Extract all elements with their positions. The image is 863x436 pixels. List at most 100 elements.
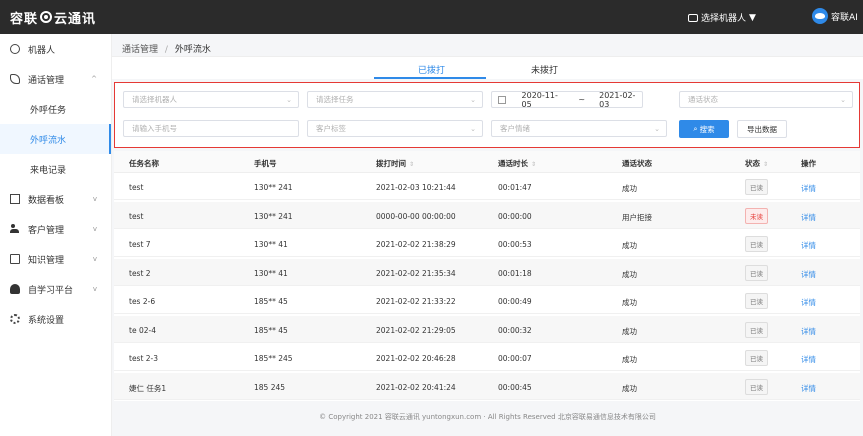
table-row: te 02-4 185** 45 2021-02-02 21:29:05 00:00:… [114,315,860,343]
calendar-icon [498,95,506,104]
status-badge: 已读 [745,179,768,195]
tab-bar: 已拨打 未拨打 [112,57,863,79]
chevron-up-icon: ^ [91,75,97,83]
detail-link[interactable]: 详情 [801,383,816,394]
column-header-status[interactable]: 状态 ⇕ [745,158,768,169]
sort-icon: ⇕ [763,161,769,168]
table-row: test 130** 241 2021-02-03 10:21:44 00:01:47… [114,173,860,200]
table-row: test 7 130** 41 2021-02-02 21:38:29 00:00:5… [114,230,860,257]
breadcrumb-parent[interactable]: 通话管理 [122,45,158,55]
detail-link[interactable]: 详情 [801,269,816,280]
cell-duration: 00:00:00 [498,211,532,221]
chevron-down-icon: v [92,285,97,293]
status-badge: 已读 [745,321,768,338]
cell-task-name: test [129,211,144,221]
sidebar-item-customers[interactable]: 客户管理 v [0,214,111,244]
sidebar-item-label: 机器人 [28,45,56,56]
detail-link[interactable]: 详情 [801,183,816,194]
cell-call-time: 2021-02-02 21:29:05 [376,325,456,335]
column-header-call-status: 通话状态 [622,159,652,168]
sidebar-item-label: 客户管理 [28,225,65,236]
sidebar-subitem-outbound-records[interactable]: 外呼流水 [0,124,111,154]
search-button[interactable]: ⌕ 搜索 [679,120,729,138]
chevron-down-icon: v [92,225,97,233]
gear-icon [10,314,20,324]
cell-call-time: 2021-02-02 21:38:29 [376,240,456,249]
detail-link[interactable]: 详情 [801,212,816,223]
customer-intent-select[interactable]: 客户情绪 ⌄ [491,120,667,137]
sidebar-item-label: 系统设置 [28,315,65,326]
export-button[interactable]: 导出数据 [737,120,787,138]
logo[interactable]: 容联 云通讯 [0,8,96,27]
cell-task-name: test 2-3 [129,354,159,363]
status-badge: 未读 [745,207,768,224]
sidebar-item-knowledge[interactable]: 知识管理 v [0,244,111,274]
sort-icon: ⇕ [409,161,415,168]
sidebar-item-call-management[interactable]: 通话管理 ^ [0,64,111,94]
cell-call-status: 用户拒接 [622,212,652,222]
sidebar-item-settings[interactable]: 系统设置 [0,304,111,334]
chevron-down-icon: v [92,195,97,203]
robot-icon [10,44,20,54]
chevron-down-icon: ⌄ [470,96,476,104]
cell-task-name: test 7 [129,240,151,249]
date-end: 2021-02-03 [599,90,636,109]
robot-select[interactable]: 请选择机器人 ⌄ [123,91,299,108]
user-menu[interactable]: 容联AI [812,8,858,24]
detail-link[interactable]: 详情 [801,240,816,251]
cell-task-name: tes 2-6 [129,297,156,306]
detail-link[interactable]: 详情 [801,354,816,365]
detail-link[interactable]: 详情 [801,326,816,337]
tab-dialed[interactable]: 已拨打 [418,63,445,76]
sidebar-item-self-learning[interactable]: 自学习平台 v [0,274,111,304]
cell-duration: 00:00:49 [498,297,532,306]
column-header-phone: 手机号 [254,159,277,168]
cell-call-time: 2021-02-02 21:33:22 [376,297,456,306]
cell-call-time: 2021-02-02 20:41:24 [376,382,456,392]
sidebar-item-label: 通话管理 [28,75,65,86]
sidebar-item-dashboard[interactable]: 数据看板 v [0,184,111,214]
chevron-down-icon: v [92,255,97,263]
cell-duration: 00:00:07 [498,354,532,363]
detail-link[interactable]: 详情 [801,297,816,308]
column-header-action: 操作 [801,159,816,168]
column-header-task: 任务名称 [129,159,159,168]
sidebar-item-label: 自学习平台 [28,285,74,296]
sidebar: 机器人 通话管理 ^ 外呼任务 外呼流水 来电记录 数据看板 v 客户管理 v … [0,34,112,436]
task-select[interactable]: 请选择任务 ⌄ [307,91,483,108]
cell-call-status: 成功 [622,241,637,250]
cell-call-time: 0000-00-00 00:00:00 [376,211,456,221]
logo-mark-icon [40,11,53,23]
cell-duration: 00:00:53 [498,240,532,249]
book-icon [10,254,20,264]
phone-input-placeholder: 请输入手机号 [132,124,177,133]
footer-copyright: © Copyright 2021 容联云通讯 yuntongxun.com · … [319,413,656,421]
customer-tag-select[interactable]: 客户标签 ⌄ [307,120,483,137]
cell-call-status: 成功 [622,355,637,364]
task-select-placeholder: 请选择任务 [316,95,354,104]
records-table: 任务名称 手机号 拨打时间 ⇕ 通话时长 ⇕ 通话状态 状态 ⇕ 操作 test 130… [114,151,860,401]
column-header-duration[interactable]: 通话时长 ⇕ [498,158,536,169]
avatar [812,8,828,24]
sidebar-item-robots[interactable]: 机器人 [0,34,111,64]
robot-selector[interactable]: 选择机器人 ▼ [688,11,756,24]
users-icon [10,224,20,234]
search-button-label: 搜索 [699,124,715,134]
cell-call-status: 成功 [622,298,637,307]
customer-tag-placeholder: 客户标签 [316,124,346,133]
cell-call-status: 成功 [622,383,637,393]
tab-not-dialed[interactable]: 未拨打 [531,63,558,76]
cell-call-status: 成功 [622,184,637,193]
call-status-select[interactable]: 通话状态 ⌄ [679,91,853,108]
cell-call-time: 2021-02-02 21:35:34 [376,268,456,278]
logo-text-left: 容联 [10,11,39,27]
cell-phone: 185** 45 [254,325,288,335]
phone-input[interactable]: 请输入手机号 [123,120,299,137]
sidebar-subitem-incoming-records[interactable]: 来电记录 [0,154,111,184]
date-range-picker[interactable]: 2020-11-05 ~ 2021-02-03 [491,90,643,109]
column-header-time[interactable]: 拨打时间 ⇕ [376,158,414,169]
sidebar-subitem-outbound-tasks[interactable]: 外呼任务 [0,94,111,124]
person-icon [10,284,20,294]
status-badge: 已读 [745,264,768,281]
active-tab-indicator [374,77,486,79]
